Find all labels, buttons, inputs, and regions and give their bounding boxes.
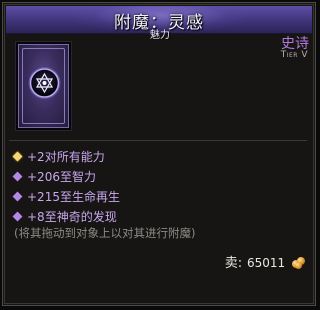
stat-text: +2对所有能力 — [27, 150, 105, 164]
stat-text: +215至生命再生 — [27, 190, 120, 204]
item-subtitle: 魅力 — [150, 30, 170, 41]
gold-coins-icon — [292, 255, 306, 269]
hexagram-card-icon — [18, 44, 69, 128]
stat-list: +2对所有能力 +206至智力 +215至生命再生 +8至神奇的发现 — [12, 147, 120, 227]
purple-diamond-icon — [12, 171, 23, 182]
stat-text: +206至智力 — [27, 170, 96, 184]
gold-diamond-icon — [12, 151, 23, 162]
sell-label: 卖: — [224, 256, 243, 271]
sell-value: 65011 — [246, 256, 286, 270]
tier-label: Tier V — [280, 50, 308, 60]
purple-diamond-icon — [12, 191, 23, 202]
stat-text: +8至神奇的发现 — [27, 210, 117, 224]
purple-diamond-icon — [12, 211, 23, 222]
usage-hint: (将其拖动到对象上以对其进行附魔) — [14, 226, 196, 240]
stat-line: +206至智力 — [12, 167, 120, 187]
divider — [9, 140, 307, 141]
sell-price: 卖: 65011 — [225, 253, 306, 273]
stat-line: +2对所有能力 — [12, 147, 120, 167]
hexagram-emblem — [28, 67, 61, 99]
stat-line: +215至生命再生 — [12, 187, 120, 207]
item-icon-frame[interactable] — [15, 41, 72, 131]
stat-line: +8至神奇的发现 — [12, 207, 120, 227]
